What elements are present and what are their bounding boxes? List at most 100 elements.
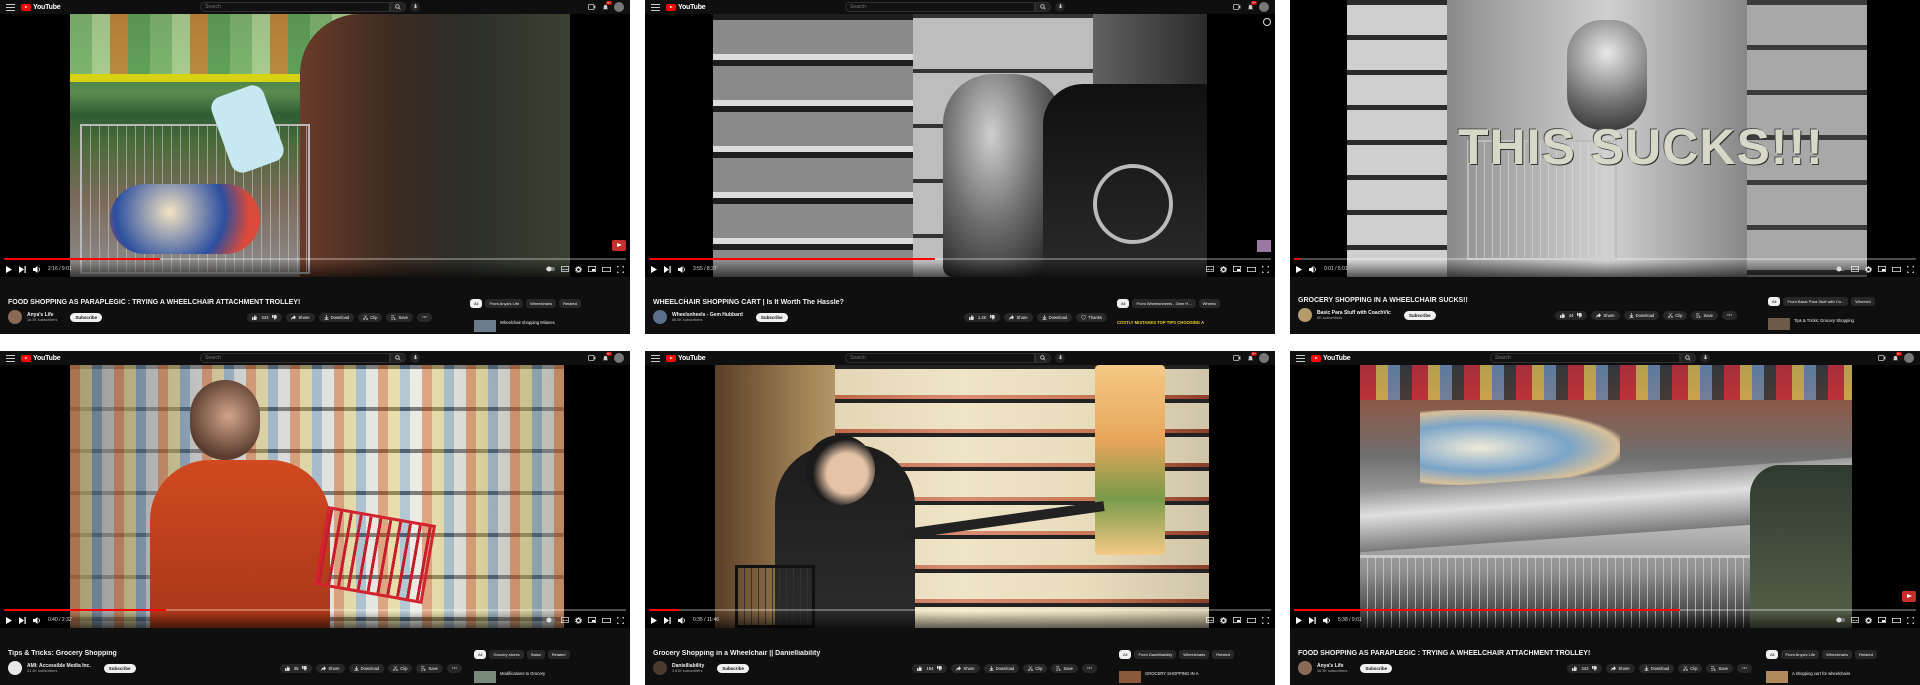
settings-gear-icon[interactable] bbox=[1865, 265, 1872, 273]
thanks-button[interactable]: Thanks bbox=[1076, 312, 1107, 322]
menu-icon[interactable] bbox=[1296, 354, 1305, 362]
volume-icon[interactable] bbox=[678, 616, 686, 624]
like-button[interactable]: 1.4K bbox=[963, 312, 1001, 322]
next-icon[interactable] bbox=[19, 265, 26, 273]
search-button[interactable] bbox=[390, 2, 406, 12]
chip-all[interactable]: All bbox=[1119, 650, 1132, 659]
settings-gear-icon[interactable] bbox=[575, 265, 582, 273]
recommended-video[interactable]: GROCERY SHOPPING IN A bbox=[1119, 671, 1198, 683]
search-input[interactable] bbox=[845, 353, 1035, 363]
create-icon[interactable] bbox=[1233, 354, 1241, 362]
chip-all[interactable]: All bbox=[1768, 297, 1781, 306]
save-button[interactable]: Save bbox=[1691, 310, 1718, 320]
save-button[interactable]: Save bbox=[416, 663, 443, 673]
subtitles-icon[interactable] bbox=[1206, 617, 1214, 623]
chip-related[interactable]: Related bbox=[1212, 650, 1235, 659]
download-button[interactable]: Download bbox=[1036, 312, 1073, 322]
fullscreen-icon[interactable] bbox=[617, 265, 624, 273]
chip-related[interactable]: Related bbox=[547, 650, 570, 659]
next-icon[interactable] bbox=[19, 616, 26, 624]
menu-icon[interactable] bbox=[6, 3, 15, 11]
settings-gear-icon[interactable] bbox=[1220, 265, 1227, 273]
progress-bar[interactable] bbox=[649, 609, 1271, 611]
mic-button[interactable] bbox=[410, 353, 420, 363]
fullscreen-icon[interactable] bbox=[1907, 616, 1914, 624]
recommended-video[interactable]: COSTLY MISTAKES TOP TIPS CHOOSING A bbox=[1117, 320, 1204, 325]
miniplayer-icon[interactable] bbox=[1233, 266, 1241, 272]
miniplayer-icon[interactable] bbox=[1878, 266, 1886, 272]
like-button[interactable]: 343 bbox=[1567, 663, 1603, 673]
chip-all[interactable]: All bbox=[470, 299, 483, 308]
subscribe-button[interactable]: Subscribe bbox=[717, 663, 749, 673]
recommended-video[interactable]: Modifications to Grocery bbox=[474, 671, 545, 683]
create-icon[interactable] bbox=[588, 3, 596, 11]
theater-mode-icon[interactable] bbox=[602, 266, 611, 272]
mic-button[interactable] bbox=[1055, 2, 1065, 12]
autoplay-toggle-icon[interactable] bbox=[1836, 266, 1845, 272]
play-icon[interactable] bbox=[651, 265, 657, 273]
video-player[interactable]: 0:40 / 2:32 bbox=[0, 365, 630, 628]
progress-bar[interactable] bbox=[1294, 258, 1916, 260]
settings-gear-icon[interactable] bbox=[575, 616, 582, 624]
notifications-icon[interactable]: 9+ bbox=[1891, 352, 1902, 362]
channel-avatar[interactable] bbox=[1298, 661, 1312, 675]
chip-from-channel[interactable]: From Basic Para Stuff with Co... bbox=[1783, 297, 1849, 306]
share-button[interactable]: Share bbox=[1591, 310, 1620, 320]
more-actions-button[interactable] bbox=[1737, 663, 1752, 673]
chip-topic[interactable]: Grocery stores bbox=[489, 650, 524, 659]
progress-bar[interactable] bbox=[4, 609, 626, 611]
clip-button[interactable]: Clip bbox=[1023, 663, 1048, 673]
account-avatar[interactable] bbox=[1259, 2, 1269, 12]
download-button[interactable]: Download bbox=[348, 663, 385, 673]
miniplayer-icon[interactable] bbox=[588, 617, 596, 623]
menu-icon[interactable] bbox=[651, 3, 660, 11]
chip-from-channel[interactable]: From Danielliability bbox=[1134, 650, 1177, 659]
subscribe-button[interactable]: Subscribe bbox=[755, 312, 788, 322]
channel-avatar[interactable] bbox=[653, 661, 667, 675]
channel-avatar[interactable] bbox=[8, 661, 22, 675]
recommended-video[interactable]: Wheelchair shopping Milanes bbox=[474, 320, 555, 332]
theater-mode-icon[interactable] bbox=[1247, 617, 1256, 623]
subscribe-button[interactable]: Subscribe bbox=[103, 663, 136, 673]
more-actions-button[interactable] bbox=[1722, 310, 1737, 320]
subtitles-icon[interactable] bbox=[561, 617, 569, 623]
youtube-logo[interactable]: YouTube bbox=[666, 3, 706, 11]
video-player[interactable]: 5:38 / 9:01 bbox=[1290, 365, 1920, 628]
notifications-icon[interactable]: 9+ bbox=[601, 1, 612, 11]
miniplayer-icon[interactable] bbox=[1233, 617, 1241, 623]
subscribe-button[interactable]: Subscribe bbox=[1403, 310, 1436, 320]
video-player[interactable]: THIS SUCKS!!! 0:01 / 5:01 bbox=[1290, 0, 1920, 277]
subtitles-icon[interactable] bbox=[1851, 266, 1859, 272]
progress-bar[interactable] bbox=[4, 258, 626, 260]
search-button[interactable] bbox=[390, 353, 406, 363]
chip-all[interactable]: All bbox=[1117, 299, 1130, 308]
chip-topic[interactable]: Wheelchairs bbox=[1822, 650, 1853, 659]
like-button[interactable]: 44 bbox=[1554, 310, 1588, 320]
account-avatar[interactable] bbox=[614, 2, 624, 12]
volume-icon[interactable] bbox=[33, 265, 41, 273]
youtube-logo[interactable]: YouTube bbox=[1311, 354, 1351, 362]
notifications-icon[interactable]: 9+ bbox=[1246, 1, 1257, 11]
subtitles-icon[interactable] bbox=[561, 266, 569, 272]
mic-button[interactable] bbox=[1700, 353, 1710, 363]
next-icon[interactable] bbox=[1309, 616, 1316, 624]
search-input[interactable] bbox=[200, 2, 390, 12]
search-input[interactable] bbox=[1490, 353, 1680, 363]
download-button[interactable]: Download bbox=[1623, 310, 1660, 320]
chip-from-channel[interactable]: From Anya's Life bbox=[1781, 650, 1820, 659]
recommended-video[interactable]: Tips & Tricks: Grocery Shopping bbox=[1768, 318, 1854, 330]
chip-topic[interactable]: Wheelchairs bbox=[1179, 650, 1210, 659]
mic-button[interactable] bbox=[1055, 353, 1065, 363]
clip-button[interactable]: Clip bbox=[1663, 310, 1688, 320]
account-avatar[interactable] bbox=[614, 353, 624, 363]
play-icon[interactable] bbox=[1296, 265, 1302, 273]
theater-mode-icon[interactable] bbox=[1892, 617, 1901, 623]
channel-avatar[interactable] bbox=[8, 310, 22, 324]
like-button[interactable]: 194 bbox=[912, 663, 948, 673]
fullscreen-icon[interactable] bbox=[1907, 265, 1914, 273]
progress-bar[interactable] bbox=[649, 258, 1271, 260]
info-icon[interactable] bbox=[1263, 18, 1271, 26]
download-button[interactable]: Download bbox=[983, 663, 1020, 673]
youtube-logo[interactable]: YouTube bbox=[666, 354, 706, 362]
mic-button[interactable] bbox=[410, 2, 420, 12]
